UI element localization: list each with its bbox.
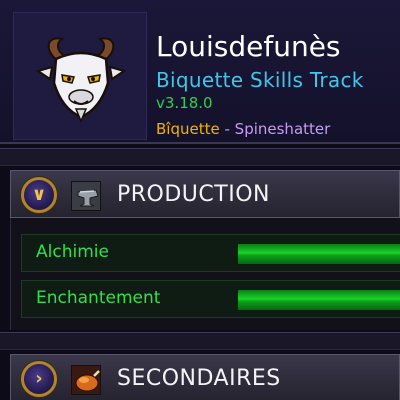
separator: - [219, 120, 235, 138]
category-title: PRODUCTION [117, 182, 270, 207]
collapse-toggle-button[interactable]: ∨ [21, 177, 57, 213]
category-secondaires[interactable]: › SECONDAIRES [10, 354, 400, 400]
chevron-down-icon: ∨ [31, 184, 47, 205]
production-skill-list: Alchimie Enchantement [10, 218, 400, 330]
addon-version: v3.18.0 [156, 94, 213, 112]
addon-name: Biquette Skills Track [156, 68, 364, 92]
cooking-icon [71, 365, 101, 395]
portrait-frame [13, 12, 147, 140]
character-name: Louisdefunès [156, 30, 341, 63]
chevron-right-icon: › [35, 368, 43, 389]
character-realm-line: Bîquette - Spineshatter [156, 120, 330, 138]
skill-name: Alchimie [36, 242, 109, 262]
character-label: Bîquette [156, 120, 220, 138]
skill-progress-fill [238, 244, 400, 264]
realm-label: Spineshatter [234, 120, 331, 138]
skill-progress-fill [238, 290, 400, 310]
addon-header: Louisdefunès Biquette Skills Track v3.18… [0, 0, 400, 144]
skill-progress-bar [238, 290, 400, 310]
skill-name: Enchantement [36, 288, 161, 308]
frame-divider [0, 332, 400, 350]
anvil-icon [71, 181, 101, 211]
skill-progress-bar [238, 244, 400, 264]
expand-toggle-button[interactable]: › [21, 361, 57, 397]
frame-divider [0, 148, 400, 166]
goat-mascot-icon [36, 37, 126, 123]
skill-row-alchimie[interactable]: Alchimie [21, 234, 400, 272]
skill-row-enchantement[interactable]: Enchantement [21, 280, 400, 318]
category-production[interactable]: ∨ PRODUCTION [10, 170, 400, 218]
category-title: SECONDAIRES [117, 366, 281, 391]
